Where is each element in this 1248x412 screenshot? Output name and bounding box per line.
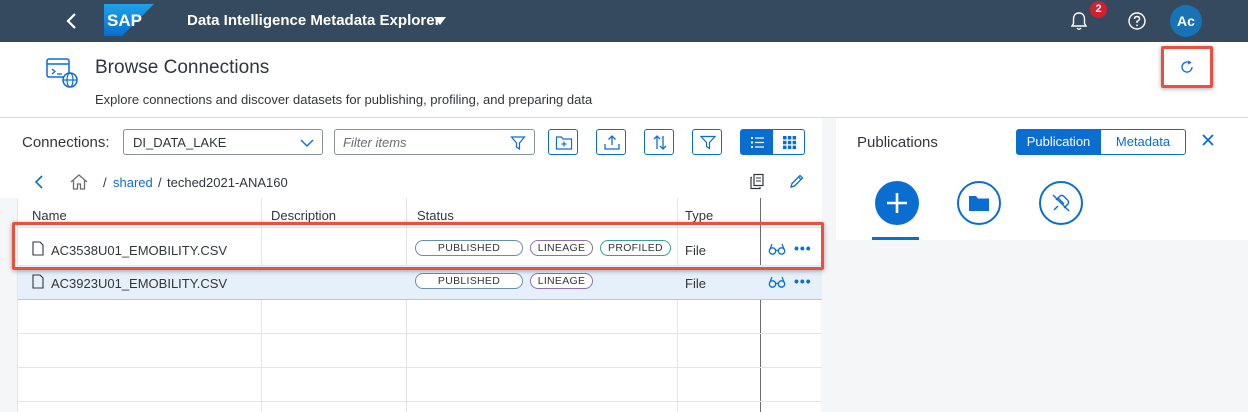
status-badge-published: PUBLISHED bbox=[415, 273, 523, 289]
table-row[interactable]: AC3923U01_EMOBILITY.CSV PUBLISHED LINEAG… bbox=[18, 266, 822, 300]
plus-icon bbox=[887, 193, 907, 213]
disconnected-icon bbox=[1052, 194, 1070, 212]
sap-logo: SAP bbox=[104, 4, 154, 36]
empty-row bbox=[18, 334, 822, 368]
connection-select[interactable]: DI_DATA_LAKE bbox=[123, 129, 323, 155]
help-icon[interactable] bbox=[1127, 11, 1147, 31]
copy-icon[interactable] bbox=[749, 173, 765, 190]
nav-back-icon[interactable] bbox=[32, 175, 46, 189]
file-name[interactable]: AC3923U01_EMOBILITY.CSV bbox=[51, 276, 227, 291]
highlight-annotation bbox=[12, 222, 824, 270]
breadcrumb: / shared / teched2021-ANA160 bbox=[0, 166, 822, 198]
browse-folder-button[interactable] bbox=[957, 181, 1001, 225]
more-actions-icon[interactable]: ••• bbox=[794, 273, 812, 289]
column-header-type[interactable]: Type bbox=[685, 208, 713, 223]
column-header-status[interactable]: Status bbox=[417, 208, 454, 223]
app-title[interactable]: Data Intelligence Metadata Explorer bbox=[187, 12, 440, 29]
publications-panel: Publications Publication Metadata bbox=[836, 118, 1248, 240]
avatar[interactable]: Ac bbox=[1170, 5, 1202, 37]
filter-field[interactable] bbox=[334, 129, 535, 155]
folder-icon bbox=[969, 196, 989, 211]
breadcrumb-current: teched2021-ANA160 bbox=[167, 175, 288, 190]
file-icon bbox=[32, 274, 44, 289]
connections-label: Connections: bbox=[22, 134, 110, 151]
breadcrumb-separator: / bbox=[103, 175, 107, 190]
empty-row bbox=[18, 368, 822, 402]
page-header: Browse Connections Explore connections a… bbox=[0, 42, 1248, 118]
tab-publication[interactable]: Publication bbox=[1016, 129, 1101, 155]
new-folder-button[interactable] bbox=[548, 129, 578, 155]
caret-down-icon[interactable] bbox=[434, 16, 446, 26]
browse-connections-icon bbox=[46, 58, 78, 88]
page-title: Browse Connections bbox=[95, 57, 270, 78]
back-icon[interactable] bbox=[62, 11, 82, 31]
tab-metadata[interactable]: Metadata bbox=[1100, 129, 1186, 155]
view-factsheet-icon[interactable] bbox=[768, 275, 786, 289]
filter-icon[interactable] bbox=[510, 135, 526, 151]
filter-button[interactable] bbox=[692, 129, 722, 155]
connection-select-value: DI_DATA_LAKE bbox=[133, 135, 227, 150]
refresh-button[interactable] bbox=[1161, 46, 1213, 88]
filter-icon bbox=[699, 135, 717, 150]
sort-icon bbox=[653, 135, 667, 150]
upload-button[interactable] bbox=[596, 129, 626, 155]
breadcrumb-link-shared[interactable]: shared bbox=[113, 175, 153, 190]
list-icon bbox=[751, 137, 764, 148]
sort-button[interactable] bbox=[644, 129, 674, 155]
status-badge-lineage: LINEAGE bbox=[530, 273, 593, 289]
disconnect-button[interactable] bbox=[1039, 181, 1083, 225]
column-header-description[interactable]: Description bbox=[271, 208, 336, 223]
page-subtitle: Explore connections and discover dataset… bbox=[95, 92, 593, 107]
notification-badge: 2 bbox=[1090, 1, 1107, 18]
list-view-toggle[interactable] bbox=[740, 129, 773, 155]
refresh-icon bbox=[1181, 60, 1193, 73]
home-icon[interactable] bbox=[69, 173, 89, 191]
grid-view-toggle[interactable] bbox=[772, 129, 805, 155]
filter-input[interactable] bbox=[343, 135, 503, 150]
column-header-name[interactable]: Name bbox=[32, 208, 67, 223]
add-publication-button[interactable] bbox=[875, 181, 919, 225]
upload-icon bbox=[604, 135, 620, 150]
publications-title: Publications bbox=[857, 134, 938, 151]
edit-icon[interactable] bbox=[788, 173, 805, 190]
connections-toolbar: Connections: DI_DATA_LAKE bbox=[0, 118, 822, 166]
chevron-down-icon bbox=[300, 139, 314, 147]
breadcrumb-separator: / bbox=[158, 175, 162, 190]
empty-row bbox=[18, 300, 822, 334]
tab-underline bbox=[872, 237, 919, 240]
add-folder-icon bbox=[555, 136, 573, 150]
grid-icon bbox=[783, 136, 797, 150]
bell-icon[interactable] bbox=[1068, 10, 1090, 32]
file-type: File bbox=[685, 276, 706, 291]
close-icon[interactable] bbox=[1201, 133, 1215, 147]
logo-text: SAP bbox=[107, 11, 142, 30]
shell-bar: SAP Data Intelligence Metadata Explorer … bbox=[0, 0, 1248, 42]
